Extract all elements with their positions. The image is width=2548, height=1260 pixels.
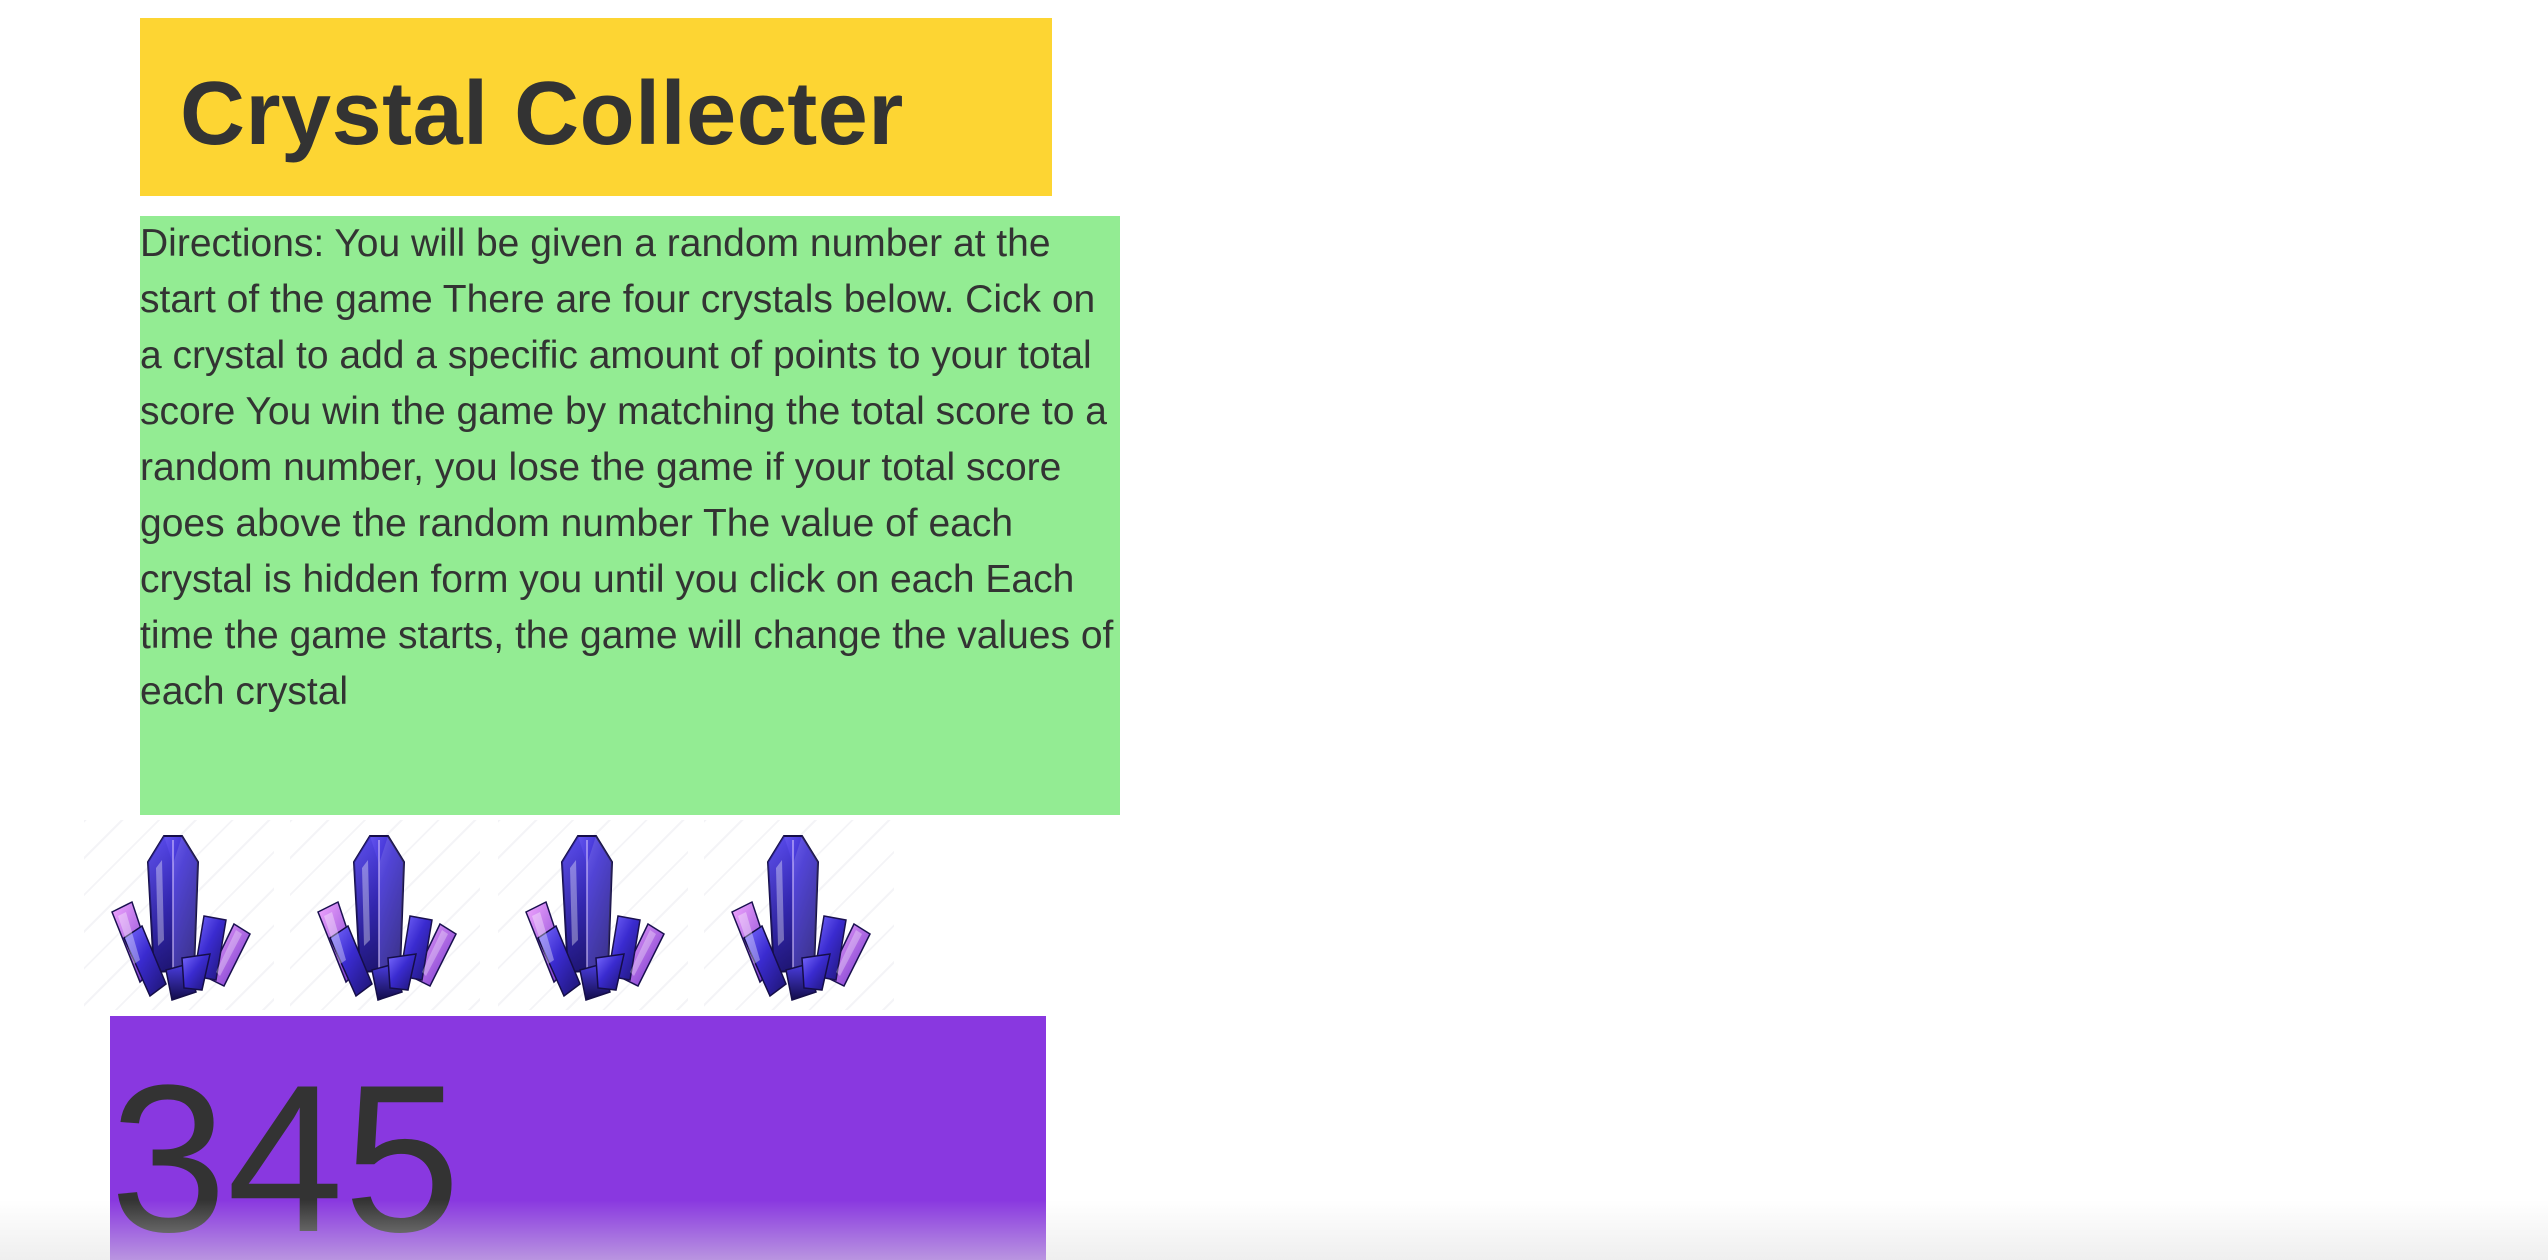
game-title: Crystal Collecter [180, 64, 904, 164]
score-value: 345 [110, 1041, 461, 1260]
crystal-icon [525, 835, 665, 1001]
score-panel: 345 [110, 1016, 1046, 1260]
title-banner: Crystal Collecter [140, 18, 1052, 196]
crystal-icon [317, 835, 457, 1001]
directions-text: Directions: You will be given a random n… [140, 222, 1114, 713]
crystal-button-1[interactable] [84, 820, 274, 1010]
game-page: Crystal Collecter Directions: You will b… [0, 0, 2548, 1260]
crystal-button-3[interactable] [498, 820, 688, 1010]
directions-panel: Directions: You will be given a random n… [140, 216, 1120, 815]
crystal-icon [731, 835, 871, 1001]
crystal-button-2[interactable] [290, 820, 480, 1010]
crystal-icon [111, 835, 251, 1001]
crystal-row [84, 820, 904, 1010]
crystal-button-4[interactable] [704, 820, 894, 1010]
